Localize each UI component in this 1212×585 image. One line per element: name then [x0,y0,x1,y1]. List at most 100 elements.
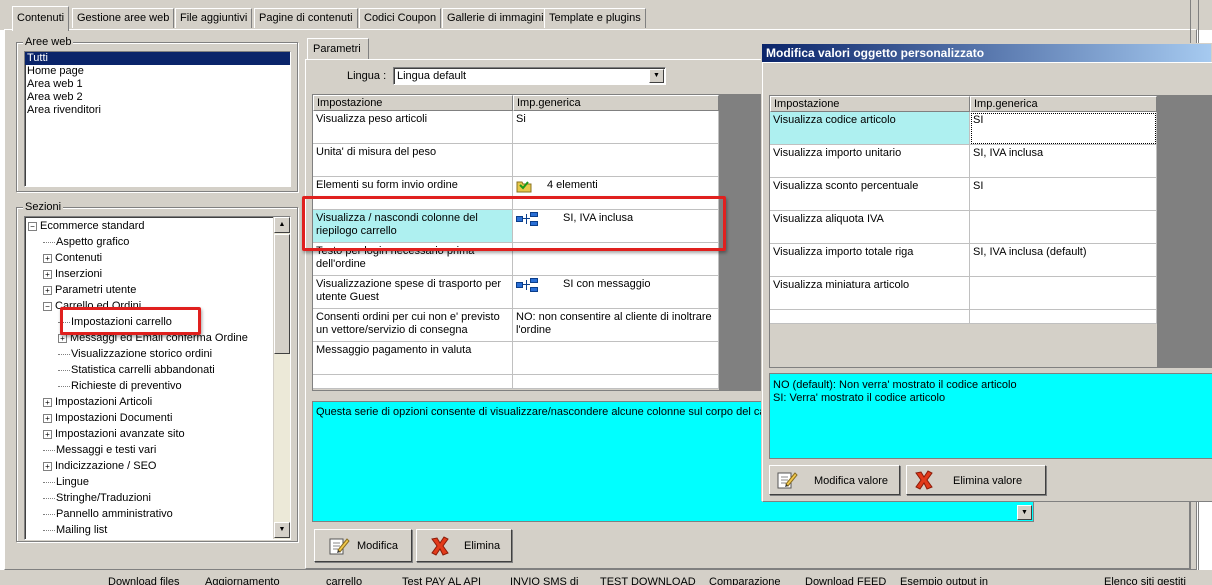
tree-item[interactable]: Richieste di preventivo [58,378,182,394]
scroll-down-arrow-icon[interactable]: ▼ [274,522,290,538]
collapse-icon[interactable]: − [43,301,52,311]
tab-contenuti[interactable]: Contenuti [12,6,70,31]
bottom-strip-label: TEST DOWNLOAD [600,576,696,585]
elimina-button[interactable]: Elimina [416,529,512,562]
grid-empty-row [513,375,719,389]
grid-row-label[interactable]: Visualizza peso articoli [313,111,513,144]
list-item[interactable]: Area rivenditori [25,104,290,117]
tab-gallerie-di-immagini[interactable]: Gallerie di immagini [442,8,549,28]
dialog-grid[interactable]: Impostazione Imp.generica Visualizza cod… [769,95,1158,368]
tree-item[interactable]: Lingue [43,474,89,490]
expand-icon[interactable]: + [43,285,52,295]
tree-item-label: Impostazioni Articoli [55,396,153,408]
dialog-row-label[interactable]: Visualizza sconto percentuale [770,178,970,211]
tree-item[interactable]: Stringhe/Traduzioni [43,490,151,506]
dialog-col-header-impostazione[interactable]: Impostazione [770,96,970,112]
tree-scrollbar[interactable]: ▲ ▼ [273,217,290,539]
col-header-impostazione[interactable]: Impostazione [313,95,513,111]
expand-icon[interactable]: + [43,269,52,279]
col-header-generica[interactable]: Imp.generica [513,95,719,111]
tree-item[interactable]: Statistica carrelli abbandonati [58,362,215,378]
lingua-select[interactable]: Lingua default ▼ [393,67,666,85]
grid-row-label[interactable]: Unita' di misura del peso [313,144,513,177]
tree-item[interactable]: Mailing list [43,522,107,538]
tab-parametri[interactable]: Parametri [307,38,369,60]
tab-pagine-di-contenuti[interactable]: Pagine di contenuti [254,8,358,28]
expand-icon[interactable]: + [58,333,67,343]
modifica-button[interactable]: Modifica [314,529,412,562]
expand-icon[interactable]: + [43,253,52,263]
grid-row-label[interactable]: Visualizza / nascondi colonne del riepil… [313,210,513,243]
dialog-row-label[interactable]: Visualizza aliquota IVA [770,211,970,244]
help-line: NO (default): Non verra' mostrato il cod… [773,379,1017,391]
tree-item[interactable]: + Indicizzazione / SEO [43,458,157,474]
modifica-valore-button[interactable]: Modifica valore [769,465,900,495]
bottom-strip-label: Download FEED [805,576,887,585]
grid-row-label[interactable]: Visualizzazione spese di trasporto per u… [313,276,513,309]
tree-item[interactable]: + Impostazioni Articoli [43,394,152,410]
tree-item[interactable]: + Messaggi ed Email conferma Ordine [58,330,248,346]
dialog-row-value[interactable]: SI [970,178,1157,211]
aree-web-title: Aree web [23,36,74,48]
grid-row-label[interactable]: Messaggio pagamento in valuta [313,342,513,375]
dialog-row-label[interactable]: Visualizza codice articolo [770,112,970,145]
elimina-valore-button[interactable]: Elimina valore [906,465,1046,495]
tree-item[interactable]: + Parametri utente [43,282,136,298]
tree-item[interactable]: Aspetto grafico [43,234,129,250]
dialog-row-label[interactable]: Visualizza importo unitario [770,145,970,178]
dialog-row-value[interactable]: SI, IVA inclusa (default) [970,244,1157,277]
expand-icon[interactable]: + [43,429,52,439]
list-item[interactable]: Tutti [25,52,290,65]
tab-gestione-aree-web[interactable]: Gestione aree web [72,8,175,28]
collapse-icon[interactable]: − [28,221,37,231]
dialog-row-value[interactable] [970,211,1157,244]
grid-row-value[interactable]: SI con messaggio [513,276,719,309]
grid-row-value[interactable] [513,243,719,276]
parametri-grid[interactable]: Impostazione Imp.generica Visualizza pes… [312,94,720,391]
grid-row-label[interactable]: Testo per login necessario prima dell'or… [313,243,513,276]
tree-item[interactable]: − Carrello ed Ordini [43,298,141,314]
expand-icon[interactable]: + [43,461,52,471]
tab-file-aggiuntivi[interactable]: File aggiuntivi [175,8,253,28]
aree-web-list[interactable]: Tutti Home page Area web 1 Area web 2 Ar… [24,51,291,187]
list-item[interactable]: Area web 2 [25,91,290,104]
tree-item[interactable]: + Impostazioni Documenti [43,410,172,426]
tree-item[interactable]: Messaggi e testi vari [43,442,156,458]
tree-item[interactable]: − Ecommerce standard [28,218,145,234]
dialog-row-label[interactable]: Visualizza importo totale riga [770,244,970,277]
tree-item[interactable]: + Contenuti [43,250,102,266]
chevron-down-icon[interactable]: ▼ [1017,505,1032,520]
tree-item[interactable]: + Inserzioni [43,266,102,282]
grid-row-value[interactable]: NO: non consentire al cliente di inoltra… [513,309,719,342]
tree-item-label: Aspetto grafico [56,236,130,248]
tree-item[interactable]: Impostazioni carrello [58,314,172,330]
dialog-row-value[interactable] [970,277,1157,310]
grid-row-value[interactable] [513,342,719,375]
tab-template-e-plugins[interactable]: Template e plugins [544,8,646,28]
grid-row-value[interactable]: SI, IVA inclusa [513,210,719,243]
grid-row-value[interactable]: 4 elementi [513,177,719,210]
dialog-row-value[interactable]: SI, IVA inclusa [970,145,1157,178]
scroll-up-arrow-icon[interactable]: ▲ [274,217,290,233]
dialog-title[interactable]: Modifica valori oggetto personalizzato [762,44,1211,62]
sezioni-tree[interactable]: − Ecommerce standard Aspetto grafico + Conte… [24,216,291,540]
grid-row-label[interactable]: Elementi su form invio ordine [313,177,513,210]
tree-item[interactable]: Pannello amministrativo [43,506,173,522]
grid-row-value[interactable] [513,144,719,177]
dialog-col-header-generica[interactable]: Imp.generica [970,96,1157,112]
grid-row-label[interactable]: Consenti ordini per cui non e' previsto … [313,309,513,342]
list-item[interactable]: Home page [25,65,290,78]
scroll-thumb[interactable] [274,234,290,354]
grid-row-value[interactable]: Si [513,111,719,144]
description-text: Questa serie di opzioni consente di visu… [316,406,779,418]
tree-item[interactable]: + Impostazioni avanzate sito [43,426,185,442]
list-item[interactable]: Area web 1 [25,78,290,91]
tree-item-label: Lingue [56,476,90,488]
expand-icon[interactable]: + [43,413,52,423]
chevron-down-icon[interactable]: ▼ [649,69,664,83]
dialog-row-value[interactable]: SI [970,112,1157,145]
tab-codici-coupon[interactable]: Codici Coupon [359,8,442,28]
expand-icon[interactable]: + [43,397,52,407]
tree-item[interactable]: Visualizzazione storico ordini [58,346,212,362]
dialog-row-label[interactable]: Visualizza miniatura articolo [770,277,970,310]
